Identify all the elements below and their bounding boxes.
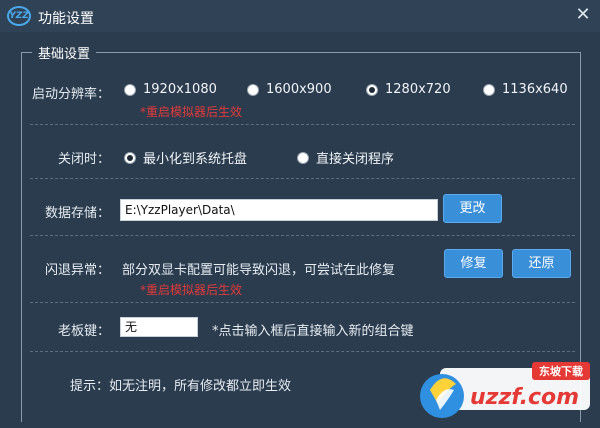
group-legend: 基础设置 [32,43,97,62]
radio-label: 最小化到系统托盘 [143,152,248,167]
window-title: 功能设置 [38,11,94,27]
radio-resolution-1280[interactable]: 1280x720 [366,82,451,97]
row-divider [30,178,575,179]
close-button[interactable]: ✕ [574,6,592,24]
radio-dot-icon [483,83,495,96]
radio-resolution-1136[interactable]: 1136x640 [483,82,568,97]
radio-dot-icon [124,83,136,96]
crash-description: 部分双显卡配置可能导致闪退，可尝试在此修复 [122,263,396,278]
uzzf-watermark-logo: 东坡下载 uzzf.com [420,360,600,428]
close-behavior-label: 关闭时： [57,152,110,167]
app-logo-icon: YZZ [7,6,31,26]
radio-dot-selected-icon [124,151,136,164]
radio-label: 1600x900 [266,82,332,97]
watermark-graphic: 东坡下载 uzzf.com [420,362,590,418]
boss-key-label: 老板键： [57,324,110,339]
resolution-restart-note: *重启模拟器后生效 [140,105,243,119]
boss-key-input[interactable]: 无 [120,317,198,337]
repair-button[interactable]: 修复 [444,249,503,278]
storage-label: 数据存储： [44,206,110,221]
row-divider [30,351,575,352]
title-bar[interactable]: YZZ 功能设置 ✕ [0,0,600,32]
crash-label: 闪退异常： [44,263,110,278]
row-divider [30,235,575,236]
radio-dot-icon [247,83,259,96]
radio-label: 1136x640 [502,82,568,97]
watermark-badge: 东坡下载 [539,364,583,378]
radio-resolution-1600[interactable]: 1600x900 [247,82,332,97]
radio-dot-icon [297,151,309,164]
radio-close-program[interactable]: 直接关闭程序 [297,148,394,167]
radio-resolution-1920[interactable]: 1920x1080 [124,82,217,97]
boss-key-hint: *点击输入框后直接输入新的组合键 [212,324,414,339]
radio-label: 1280x720 [385,82,451,97]
crash-restart-note: *重启模拟器后生效 [140,283,243,297]
restore-button[interactable]: 还原 [512,249,571,278]
radio-dot-selected-icon [366,83,378,96]
change-path-button[interactable]: 更改 [443,194,502,223]
watermark-brand: uzzf.com [470,385,579,410]
radio-minimize-to-tray[interactable]: 最小化到系统托盘 [124,148,247,167]
row-divider [30,124,575,125]
resolution-label: 启动分辨率： [31,87,110,102]
settings-window: YZZ 功能设置 ✕ 基础设置 启动分辨率： 1920x1080 1600x90… [0,0,600,428]
radio-label: 直接关闭程序 [316,152,395,167]
radio-label: 1920x1080 [143,82,217,97]
footer-tip: 提示：如无注明，所有修改都立即生效 [70,379,292,394]
storage-path-input[interactable]: E:\YzzPlayer\Data\ [120,199,438,221]
row-divider [30,302,575,303]
